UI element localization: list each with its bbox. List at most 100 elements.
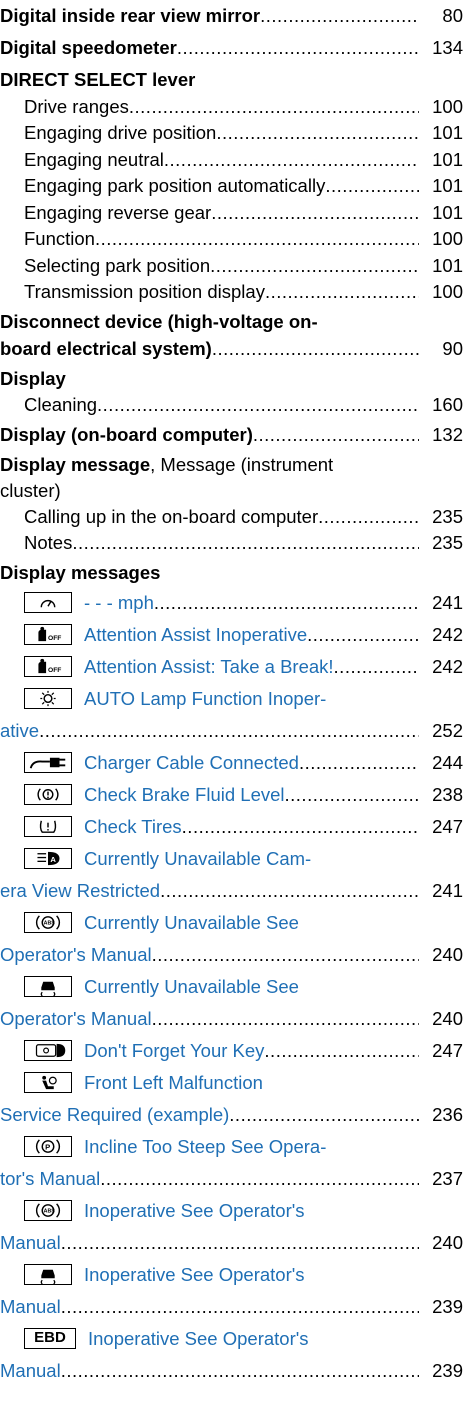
page-number: 242 [432, 624, 463, 645]
attention-assist-off-icon: OFF [24, 656, 72, 677]
message-link[interactable]: Inoperative See Operator's [84, 1264, 305, 1285]
page-number: 241 [432, 880, 463, 901]
entry-text: Currently Unavailable See [24, 975, 419, 999]
message-link[interactable]: Inoperative See Operator's [84, 1200, 305, 1221]
dot-leader: ........................................… [284, 784, 419, 805]
entry-text: Selecting park position.................… [24, 254, 419, 278]
entry-label: Selecting park position [24, 255, 211, 276]
message-link[interactable]: Manual [0, 1232, 61, 1253]
index-subentry-row: AUTO Lamp Function Inoper- [0, 687, 471, 711]
entry-text: OFF Attention Assist Inoperative.........… [24, 623, 419, 647]
entry-text: Engaging neutral........................… [24, 148, 419, 172]
message-link[interactable]: Service Required (example) [0, 1104, 229, 1125]
page-number: 100 [432, 228, 463, 249]
dot-leader: ........................................… [333, 656, 419, 677]
message-link[interactable]: Charger Cable Connected [84, 752, 299, 773]
entry-text: A Currently Unavailable Cam- [24, 847, 419, 871]
message-link[interactable]: tor's Manual [0, 1168, 100, 1189]
key-icon [24, 1040, 72, 1061]
index-subentry-row: Don't Forget Your Key...................… [0, 1039, 471, 1063]
dot-leader: ........................................… [97, 394, 419, 415]
index-subentry-row: Currently Unavailable See [0, 975, 471, 999]
entry-text: Check Brake Fluid Level.................… [24, 783, 419, 807]
message-link[interactable]: Operator's Manual [0, 1008, 152, 1029]
index-subentry-row: Transmission position display...........… [0, 280, 471, 304]
page-number: 240 [432, 944, 463, 965]
dot-leader: ........................................… [260, 5, 419, 26]
message-link[interactable]: era View Restricted [0, 880, 160, 901]
index-subentry-row: Engaging drive position.................… [0, 121, 471, 145]
message-link[interactable]: ative [0, 720, 39, 741]
entry-label: Engaging neutral [24, 149, 164, 170]
dot-leader: ........................................… [153, 592, 419, 613]
index-heading-row: Disconnect device (high-voltage on- [0, 310, 471, 334]
dot-leader: ........................................… [160, 880, 419, 901]
entry-label: board electrical system) [0, 338, 212, 359]
page-number: 239 [432, 1296, 463, 1317]
entry-text: AUTO Lamp Function Inoper- [24, 687, 419, 711]
entry-label: Transmission position display [24, 281, 265, 302]
airbag-icon [24, 1072, 72, 1093]
entry-label: Disconnect device (high-voltage on- [0, 311, 318, 332]
index-continuation-row: era View Restricted.....................… [0, 879, 471, 903]
message-link[interactable]: Manual [0, 1360, 61, 1381]
message-link[interactable]: Check Tires [84, 816, 182, 837]
message-link[interactable]: Operator's Manual [0, 944, 152, 965]
message-link[interactable]: Currently Unavailable Cam- [84, 848, 311, 869]
entry-label: Notes [24, 532, 73, 553]
entry-text: Manual..................................… [0, 1231, 419, 1255]
index-subentry-row: ABS Inoperative See Operator's [0, 1199, 471, 1223]
entry-label: Engaging park position automatically [24, 175, 326, 196]
entry-text: Drive ranges............................… [24, 95, 419, 119]
entry-label: cluster) [0, 480, 61, 501]
index-heading-row: cluster) [0, 479, 471, 503]
message-link[interactable]: Front Left Malfunction [84, 1072, 263, 1093]
entry-text: Engaging reverse gear...................… [24, 201, 419, 225]
dot-leader: ........................................… [211, 202, 419, 223]
dot-leader: ........................................… [60, 1360, 419, 1381]
message-link[interactable]: Currently Unavailable See [84, 976, 299, 997]
message-link[interactable]: Don't Forget Your Key [84, 1040, 264, 1061]
dot-leader: ........................................… [72, 532, 419, 553]
index-subentry-row: A Currently Unavailable Cam- [0, 847, 471, 871]
entry-text: Transmission position display...........… [24, 280, 419, 304]
index-subentry-row: Selecting park position.................… [0, 254, 471, 278]
brake-warning-icon [24, 784, 72, 805]
svg-text:P: P [45, 1142, 50, 1151]
index-subentry-row: OFF Attention Assist: Take a Break!......… [0, 655, 471, 679]
message-link[interactable]: AUTO Lamp Function Inoper- [84, 688, 326, 709]
index-continuation-row: Service Required (example)..............… [0, 1103, 471, 1127]
entry-text: ABS Inoperative See Operator's [24, 1199, 419, 1223]
index-subentry-row: Drive ranges............................… [0, 95, 471, 119]
page-number: 247 [432, 1040, 463, 1061]
entry-label: Drive ranges [24, 96, 129, 117]
index-subentry-row: OFF Attention Assist Inoperative.........… [0, 623, 471, 647]
entry-text: Display [0, 367, 419, 391]
entry-text: Digital inside rear view mirror.........… [0, 4, 419, 28]
dot-leader: ........................................… [60, 1296, 419, 1317]
message-link[interactable]: Currently Unavailable See [84, 912, 299, 933]
message-link[interactable]: - - - mph [84, 592, 154, 613]
entry-text: Disconnect device (high-voltage on- [0, 310, 419, 334]
message-link[interactable]: Attention Assist Inoperative [84, 624, 307, 645]
index-subentry-row: - - - mph...............................… [0, 591, 471, 615]
message-link[interactable]: Manual [0, 1296, 61, 1317]
dot-leader: ........................................… [307, 624, 419, 645]
index-subentry-row: Check Brake Fluid Level.................… [0, 783, 471, 807]
index-heading-row: Display messages [0, 561, 471, 585]
message-link[interactable]: Attention Assist: Take a Break! [84, 656, 334, 677]
entry-label: , Message (instrument [150, 454, 334, 475]
message-link[interactable]: Incline Too Steep See Opera- [84, 1136, 326, 1157]
page-number: 132 [432, 424, 463, 445]
tire-pressure-icon [24, 816, 72, 837]
skid-car-icon [24, 976, 72, 997]
index-subentry-row: Calling up in the on-board computer.....… [0, 505, 471, 529]
message-link[interactable]: Check Brake Fluid Level [84, 784, 285, 805]
message-link[interactable]: Inoperative See Operator's [88, 1328, 309, 1349]
index-subentry-row: Charger Cable Connected.................… [0, 751, 471, 775]
entry-text: Check Tires.............................… [24, 815, 419, 839]
index-subentry-row: Cleaning................................… [0, 393, 471, 417]
index-continuation-row: Operator's Manual.......................… [0, 1007, 471, 1031]
abs-icon: ABS [24, 1200, 72, 1221]
page-number: 236 [432, 1104, 463, 1125]
